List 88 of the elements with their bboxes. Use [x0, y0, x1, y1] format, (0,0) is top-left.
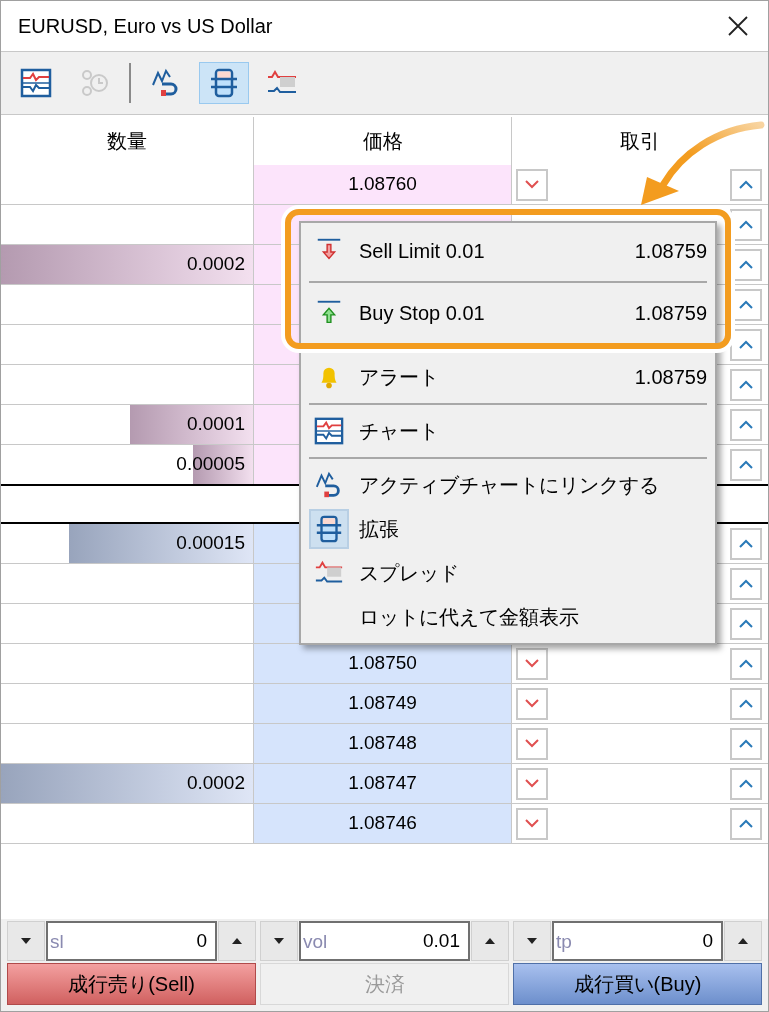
decrement-button[interactable] — [7, 921, 45, 961]
menu-item[interactable]: アラート — [359, 362, 635, 392]
down-triangle-icon — [527, 938, 537, 944]
chevron-down-icon — [525, 699, 539, 708]
chevron-up-icon — [739, 819, 753, 828]
chevron-up-icon — [739, 779, 753, 788]
buy-button[interactable] — [730, 168, 762, 201]
buy-button[interactable] — [730, 607, 762, 640]
chevron-up-icon — [739, 539, 753, 548]
menu-item[interactable]: ロットに代えて金額表示 — [359, 602, 707, 632]
column-header[interactable]: 取引 — [512, 117, 768, 165]
volume-value: 0.0002 — [186, 252, 245, 277]
chevron-up-icon — [739, 579, 753, 588]
sell-button[interactable] — [516, 727, 548, 760]
chevron-up-icon — [739, 420, 753, 429]
expand-icon — [208, 67, 240, 99]
price-value: 1.08748 — [348, 731, 417, 756]
chevron-up-icon — [739, 300, 753, 309]
decrement-button[interactable] — [513, 921, 551, 961]
buy-button[interactable] — [730, 767, 762, 800]
field-label: tp — [556, 930, 572, 954]
chevron-up-icon — [739, 220, 753, 229]
buy-button[interactable] — [730, 527, 762, 560]
menu-item[interactable]: アクティブチャートにリンクする — [359, 470, 707, 500]
price-value: 1.08746 — [348, 811, 417, 836]
price-value: 1.08750 — [348, 651, 417, 676]
menu-item[interactable]: スプレッド — [359, 558, 707, 588]
menu-item-price: 1.08759 — [634, 365, 707, 390]
sell-button[interactable] — [516, 767, 548, 800]
buy-button[interactable] — [730, 328, 762, 361]
chevron-down-icon — [525, 180, 539, 189]
increment-button[interactable] — [724, 921, 762, 961]
up-triangle-icon — [232, 938, 242, 944]
chevron-up-icon — [739, 739, 753, 748]
menu-item[interactable]: Sell Limit 0.01 — [359, 236, 635, 266]
buy-button[interactable] — [730, 807, 762, 840]
price-value: 1.08760 — [348, 172, 417, 197]
increment-button[interactable] — [471, 921, 509, 961]
sell-button[interactable] — [516, 687, 548, 720]
price-value: 1.08749 — [348, 691, 417, 716]
chevron-down-icon — [525, 819, 539, 828]
buy-order-button[interactable]: 成行買い(Buy) — [513, 963, 762, 1005]
volume-value: 0.0001 — [186, 412, 245, 437]
chevron-down-icon — [525, 659, 539, 668]
field-label: sl — [50, 930, 64, 954]
increment-button[interactable] — [218, 921, 256, 961]
decrement-button[interactable] — [260, 921, 298, 961]
chart-icon — [20, 67, 52, 99]
chart-icon — [314, 416, 344, 446]
buy-button[interactable] — [730, 687, 762, 720]
buy-button[interactable] — [730, 368, 762, 401]
sell-button[interactable] — [516, 647, 548, 680]
sell-order-button[interactable]: 成行売り(Sell) — [7, 963, 256, 1005]
buy-button[interactable] — [730, 727, 762, 760]
menu-item[interactable]: チャート — [359, 416, 707, 446]
down-triangle-icon — [21, 938, 31, 944]
column-header[interactable]: 数量 — [1, 117, 254, 165]
chevron-up-icon — [739, 260, 753, 269]
price-value: 1.08747 — [348, 771, 417, 796]
chevron-up-icon — [739, 340, 753, 349]
buy-button[interactable] — [730, 448, 762, 481]
chevron-up-icon — [739, 619, 753, 628]
menu-item[interactable]: Buy Stop 0.01 — [359, 298, 635, 328]
chevron-up-icon — [739, 699, 753, 708]
window-title: EURUSD, Euro vs US Dollar — [18, 14, 273, 39]
volume-value: 0.00015 — [176, 531, 245, 556]
menu-item[interactable]: 拡張 — [359, 514, 707, 544]
menu-item-price: 1.08759 — [634, 239, 707, 264]
down-triangle-icon — [274, 938, 284, 944]
volume-value: 0.0002 — [186, 771, 245, 796]
chevron-up-icon — [739, 180, 753, 189]
sell-button[interactable] — [516, 807, 548, 840]
buy-button[interactable] — [730, 567, 762, 600]
buy-button[interactable] — [730, 408, 762, 441]
chevron-down-icon — [525, 739, 539, 748]
chevron-up-icon — [739, 380, 753, 389]
sell-button[interactable] — [516, 168, 548, 201]
chevron-up-icon — [739, 460, 753, 469]
chevron-down-icon — [525, 779, 539, 788]
buy-button[interactable] — [730, 647, 762, 680]
chevron-up-icon — [739, 659, 753, 668]
up-triangle-icon — [485, 938, 495, 944]
up-triangle-icon — [738, 938, 748, 944]
field-label: vol — [303, 930, 328, 954]
menu-item-price: 1.08759 — [634, 301, 707, 326]
close-icon — [727, 15, 749, 37]
volume-value: 0.00005 — [176, 452, 245, 477]
toolbar-button[interactable] — [199, 62, 249, 104]
